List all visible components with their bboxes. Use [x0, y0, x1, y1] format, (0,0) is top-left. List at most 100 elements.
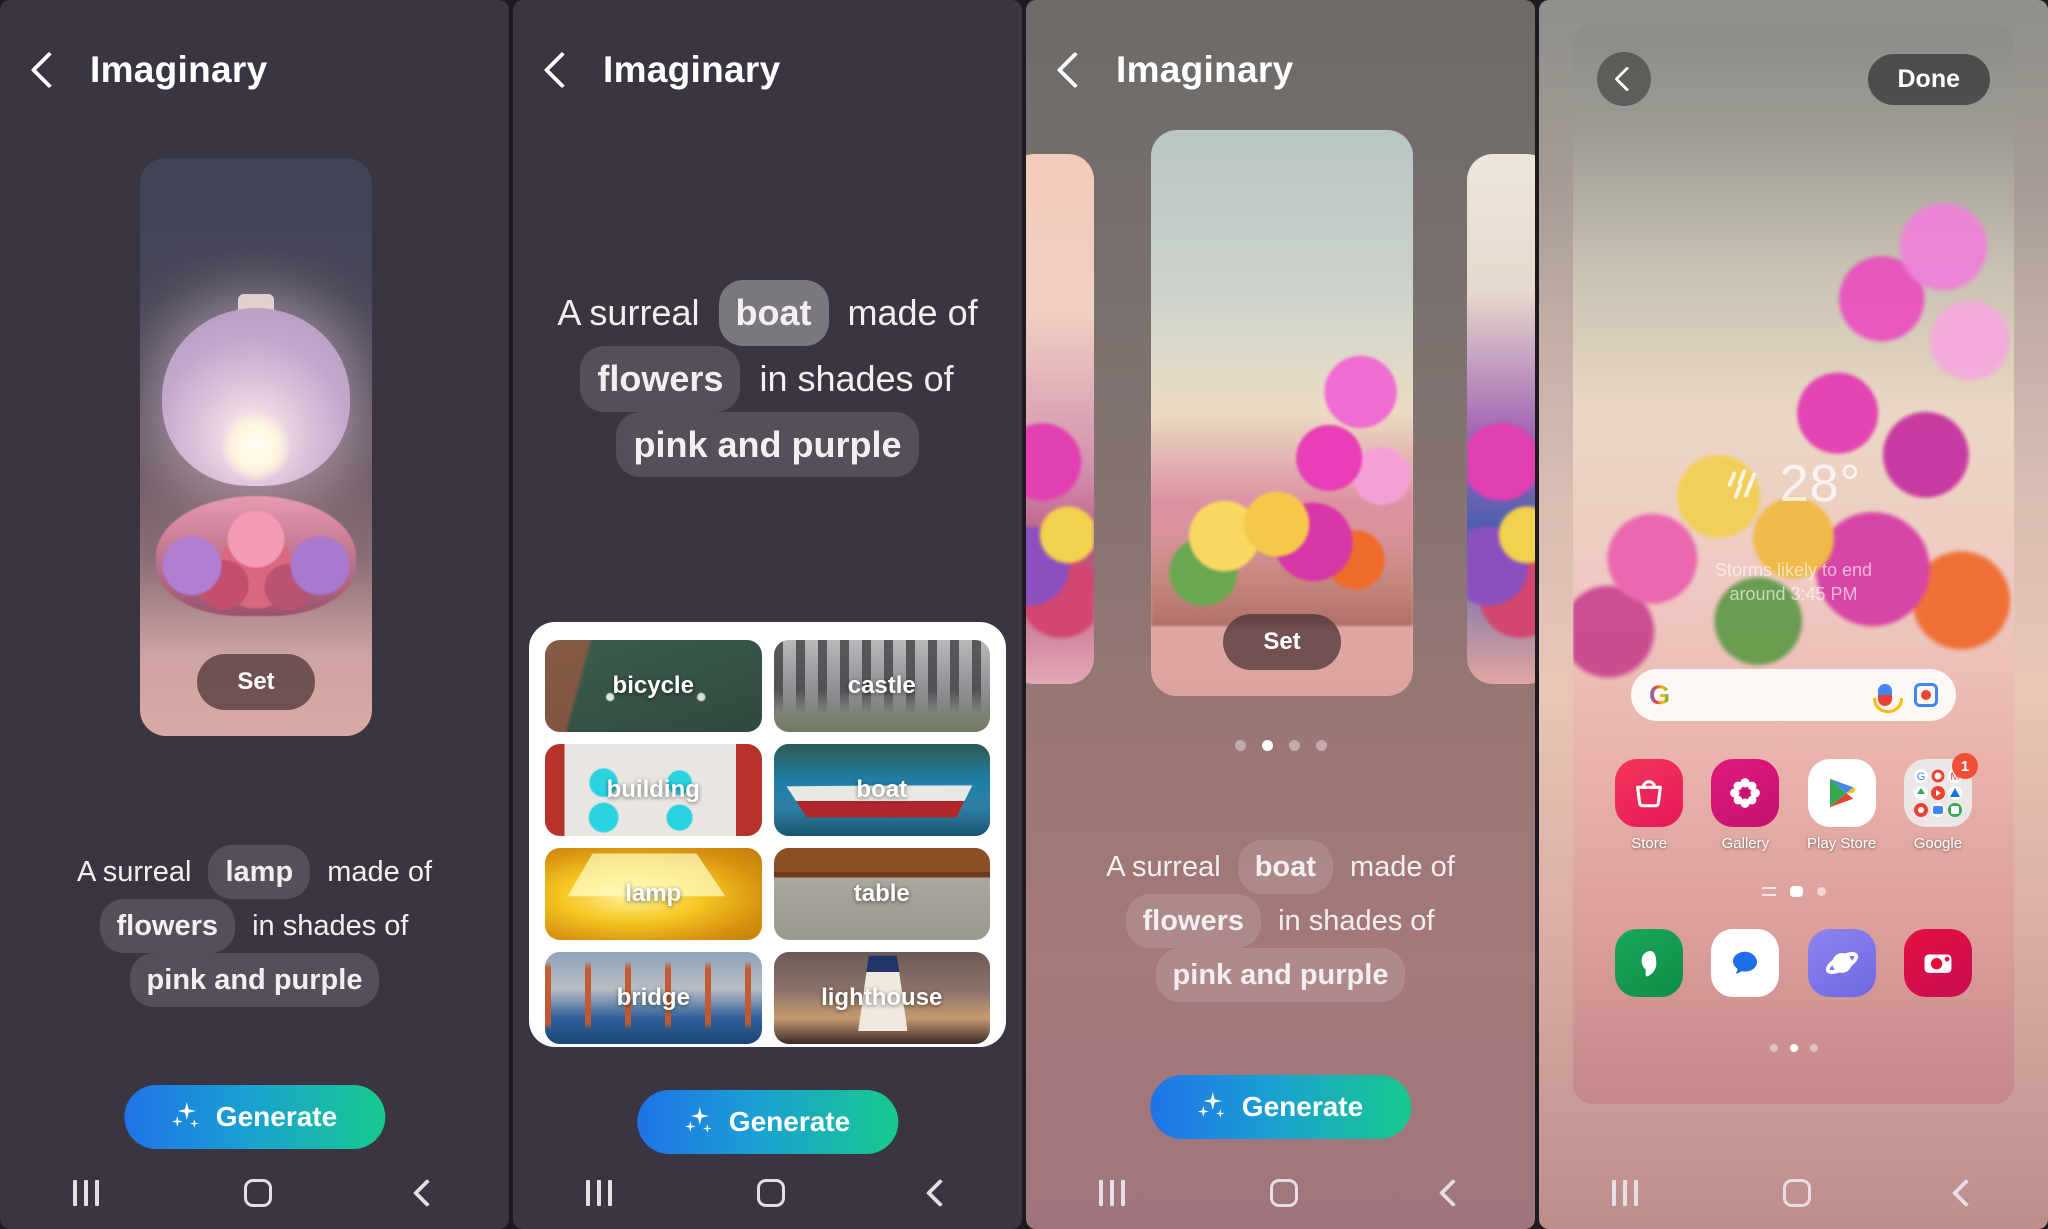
dock-camera[interactable]: [1895, 929, 1981, 997]
prompt-text-3: in shades of: [759, 357, 954, 399]
wallpaper-preview-frame[interactable]: 28° Storms likely to end around 3:45 PM …: [1573, 24, 2014, 1104]
recents-icon[interactable]: [1098, 1180, 1125, 1206]
app-google-folder[interactable]: G M 1 Google: [1895, 753, 1981, 852]
word-option-building[interactable]: building: [545, 744, 762, 836]
generate-button[interactable]: Generate: [636, 1090, 899, 1154]
prompt-pill-subject[interactable]: boat: [1237, 840, 1333, 895]
recents-icon[interactable]: [72, 1180, 99, 1206]
browser-planet-icon: [1807, 929, 1876, 997]
prompt-pill-material[interactable]: flowers: [99, 899, 236, 954]
word-option-label: bicycle: [612, 672, 694, 699]
back-icon[interactable]: [412, 1178, 441, 1208]
microphone-icon[interactable]: [1873, 684, 1903, 713]
word-option-lamp[interactable]: lamp: [545, 848, 762, 940]
back-icon[interactable]: [1951, 1178, 1980, 1208]
word-option-bridge[interactable]: bridge: [545, 952, 762, 1044]
back-chevron-icon[interactable]: [1056, 51, 1094, 89]
generate-button[interactable]: Generate: [1149, 1075, 1412, 1139]
word-option-label: boat: [856, 776, 908, 803]
generated-wallpaper-preview[interactable]: Set: [140, 158, 372, 736]
carousel-dot-2[interactable]: [1261, 740, 1273, 751]
word-option-castle[interactable]: castle: [773, 640, 990, 732]
google-search-widget[interactable]: G: [1631, 669, 1956, 721]
set-wallpaper-button[interactable]: Set: [197, 654, 315, 710]
recents-icon[interactable]: [585, 1180, 612, 1206]
word-option-lighthouse[interactable]: lighthouse: [773, 952, 990, 1044]
app-label: Store: [1631, 835, 1668, 852]
home-icon[interactable]: [1782, 1179, 1811, 1207]
done-button[interactable]: Done: [1867, 53, 1990, 105]
word-option-bicycle[interactable]: bicycle: [545, 640, 762, 732]
home-icon[interactable]: [243, 1179, 272, 1207]
prompt-text-2: made of: [847, 292, 978, 333]
svg-text:G: G: [1917, 771, 1926, 783]
back-icon[interactable]: [925, 1178, 954, 1208]
app-gallery[interactable]: Gallery: [1702, 759, 1788, 852]
home-page-active-icon[interactable]: [1789, 886, 1803, 897]
google-lens-icon[interactable]: [1914, 683, 1938, 707]
word-option-label: table: [853, 880, 910, 907]
wallpaper-dot-2[interactable]: [1789, 1044, 1798, 1052]
dock-messages[interactable]: [1702, 929, 1788, 997]
word-options-sheet[interactable]: bicycle castle building boat lamp table …: [529, 622, 1006, 1047]
prompt-pill-colors[interactable]: pink and purple: [616, 411, 919, 478]
carousel-dot-4[interactable]: [1315, 740, 1327, 751]
page-dot[interactable]: [1816, 887, 1826, 896]
prompt-pill-subject[interactable]: boat: [718, 280, 829, 346]
apps-list-icon[interactable]: [1761, 887, 1776, 896]
wallpaper-carousel[interactable]: Set: [1026, 118, 1535, 708]
system-navbar-panel4: [1539, 1157, 2048, 1229]
carousel-slide-current[interactable]: Set: [1151, 130, 1413, 696]
panel-results-carousel: Imaginary Set A surreal boat made of flo…: [1026, 0, 1535, 1229]
back-chevron-icon[interactable]: [30, 51, 68, 89]
word-option-label: building: [606, 776, 700, 803]
wallpaper-dot-1[interactable]: [1769, 1044, 1778, 1052]
recents-icon[interactable]: [1611, 1180, 1638, 1206]
set-wallpaper-button[interactable]: Set: [1223, 614, 1341, 670]
app-label: Play Store: [1807, 835, 1877, 852]
app-play-store[interactable]: Play Store: [1799, 759, 1885, 852]
home-icon[interactable]: [756, 1179, 785, 1207]
prompt-text-3: in shades of: [252, 910, 409, 943]
shopping-bag-icon: [1615, 759, 1684, 827]
app-store[interactable]: Store: [1606, 759, 1692, 852]
carousel-dot-1[interactable]: [1234, 740, 1246, 751]
prompt-pill-material[interactable]: flowers: [580, 345, 741, 412]
weather-description-line1: Storms likely to end: [1714, 560, 1873, 580]
word-option-boat[interactable]: boat: [773, 744, 990, 836]
prompt-text-2: made of: [327, 856, 433, 888]
dock-phone[interactable]: [1606, 929, 1692, 997]
prompt-pill-colors[interactable]: pink and purple: [129, 953, 380, 1008]
carousel-dot-3[interactable]: [1288, 740, 1300, 751]
generate-button-label: Generate: [728, 1106, 851, 1137]
prompt-text-panel3: A surreal boat made of flowers in shades…: [1026, 840, 1535, 1003]
flower-bouquet-decoration: [156, 496, 356, 616]
back-chevron-icon: [1613, 66, 1640, 92]
carousel-page-dots: [1026, 740, 1535, 751]
home-dock: [1601, 929, 1986, 997]
dock-internet[interactable]: [1799, 929, 1885, 997]
back-button[interactable]: [1597, 52, 1651, 106]
wallpaper-dot-3[interactable]: [1809, 1044, 1818, 1052]
prompt-text-3: in shades of: [1278, 905, 1435, 938]
prompt-text-panel1: A surreal lamp made of flowers in shades…: [0, 845, 509, 1008]
back-icon[interactable]: [1438, 1178, 1467, 1208]
lamp-globe-decoration: [162, 308, 350, 486]
carousel-slide-previous[interactable]: [1026, 154, 1094, 684]
back-chevron-icon[interactable]: [543, 51, 581, 89]
carousel-slide-next[interactable]: [1467, 154, 1535, 684]
prompt-text-panel2: A surreal boat made of flowers in shades…: [513, 280, 1022, 478]
generate-button[interactable]: Generate: [123, 1085, 386, 1149]
prompt-text-1: A surreal: [1106, 851, 1221, 883]
prompt-pill-colors[interactable]: pink and purple: [1155, 948, 1406, 1003]
weather-widget[interactable]: 28° Storms likely to end around 3:45 PM: [1573, 454, 2014, 607]
phone-icon: [1615, 929, 1684, 997]
panel3-header: Imaginary: [1026, 0, 1535, 140]
word-option-label: castle: [847, 672, 916, 699]
prompt-pill-subject[interactable]: lamp: [208, 845, 311, 900]
word-option-table[interactable]: table: [773, 848, 990, 940]
home-icon[interactable]: [1269, 1179, 1298, 1207]
system-navbar-panel2: [513, 1157, 1022, 1229]
word-option-label: lamp: [625, 880, 682, 907]
prompt-pill-material[interactable]: flowers: [1125, 894, 1262, 949]
